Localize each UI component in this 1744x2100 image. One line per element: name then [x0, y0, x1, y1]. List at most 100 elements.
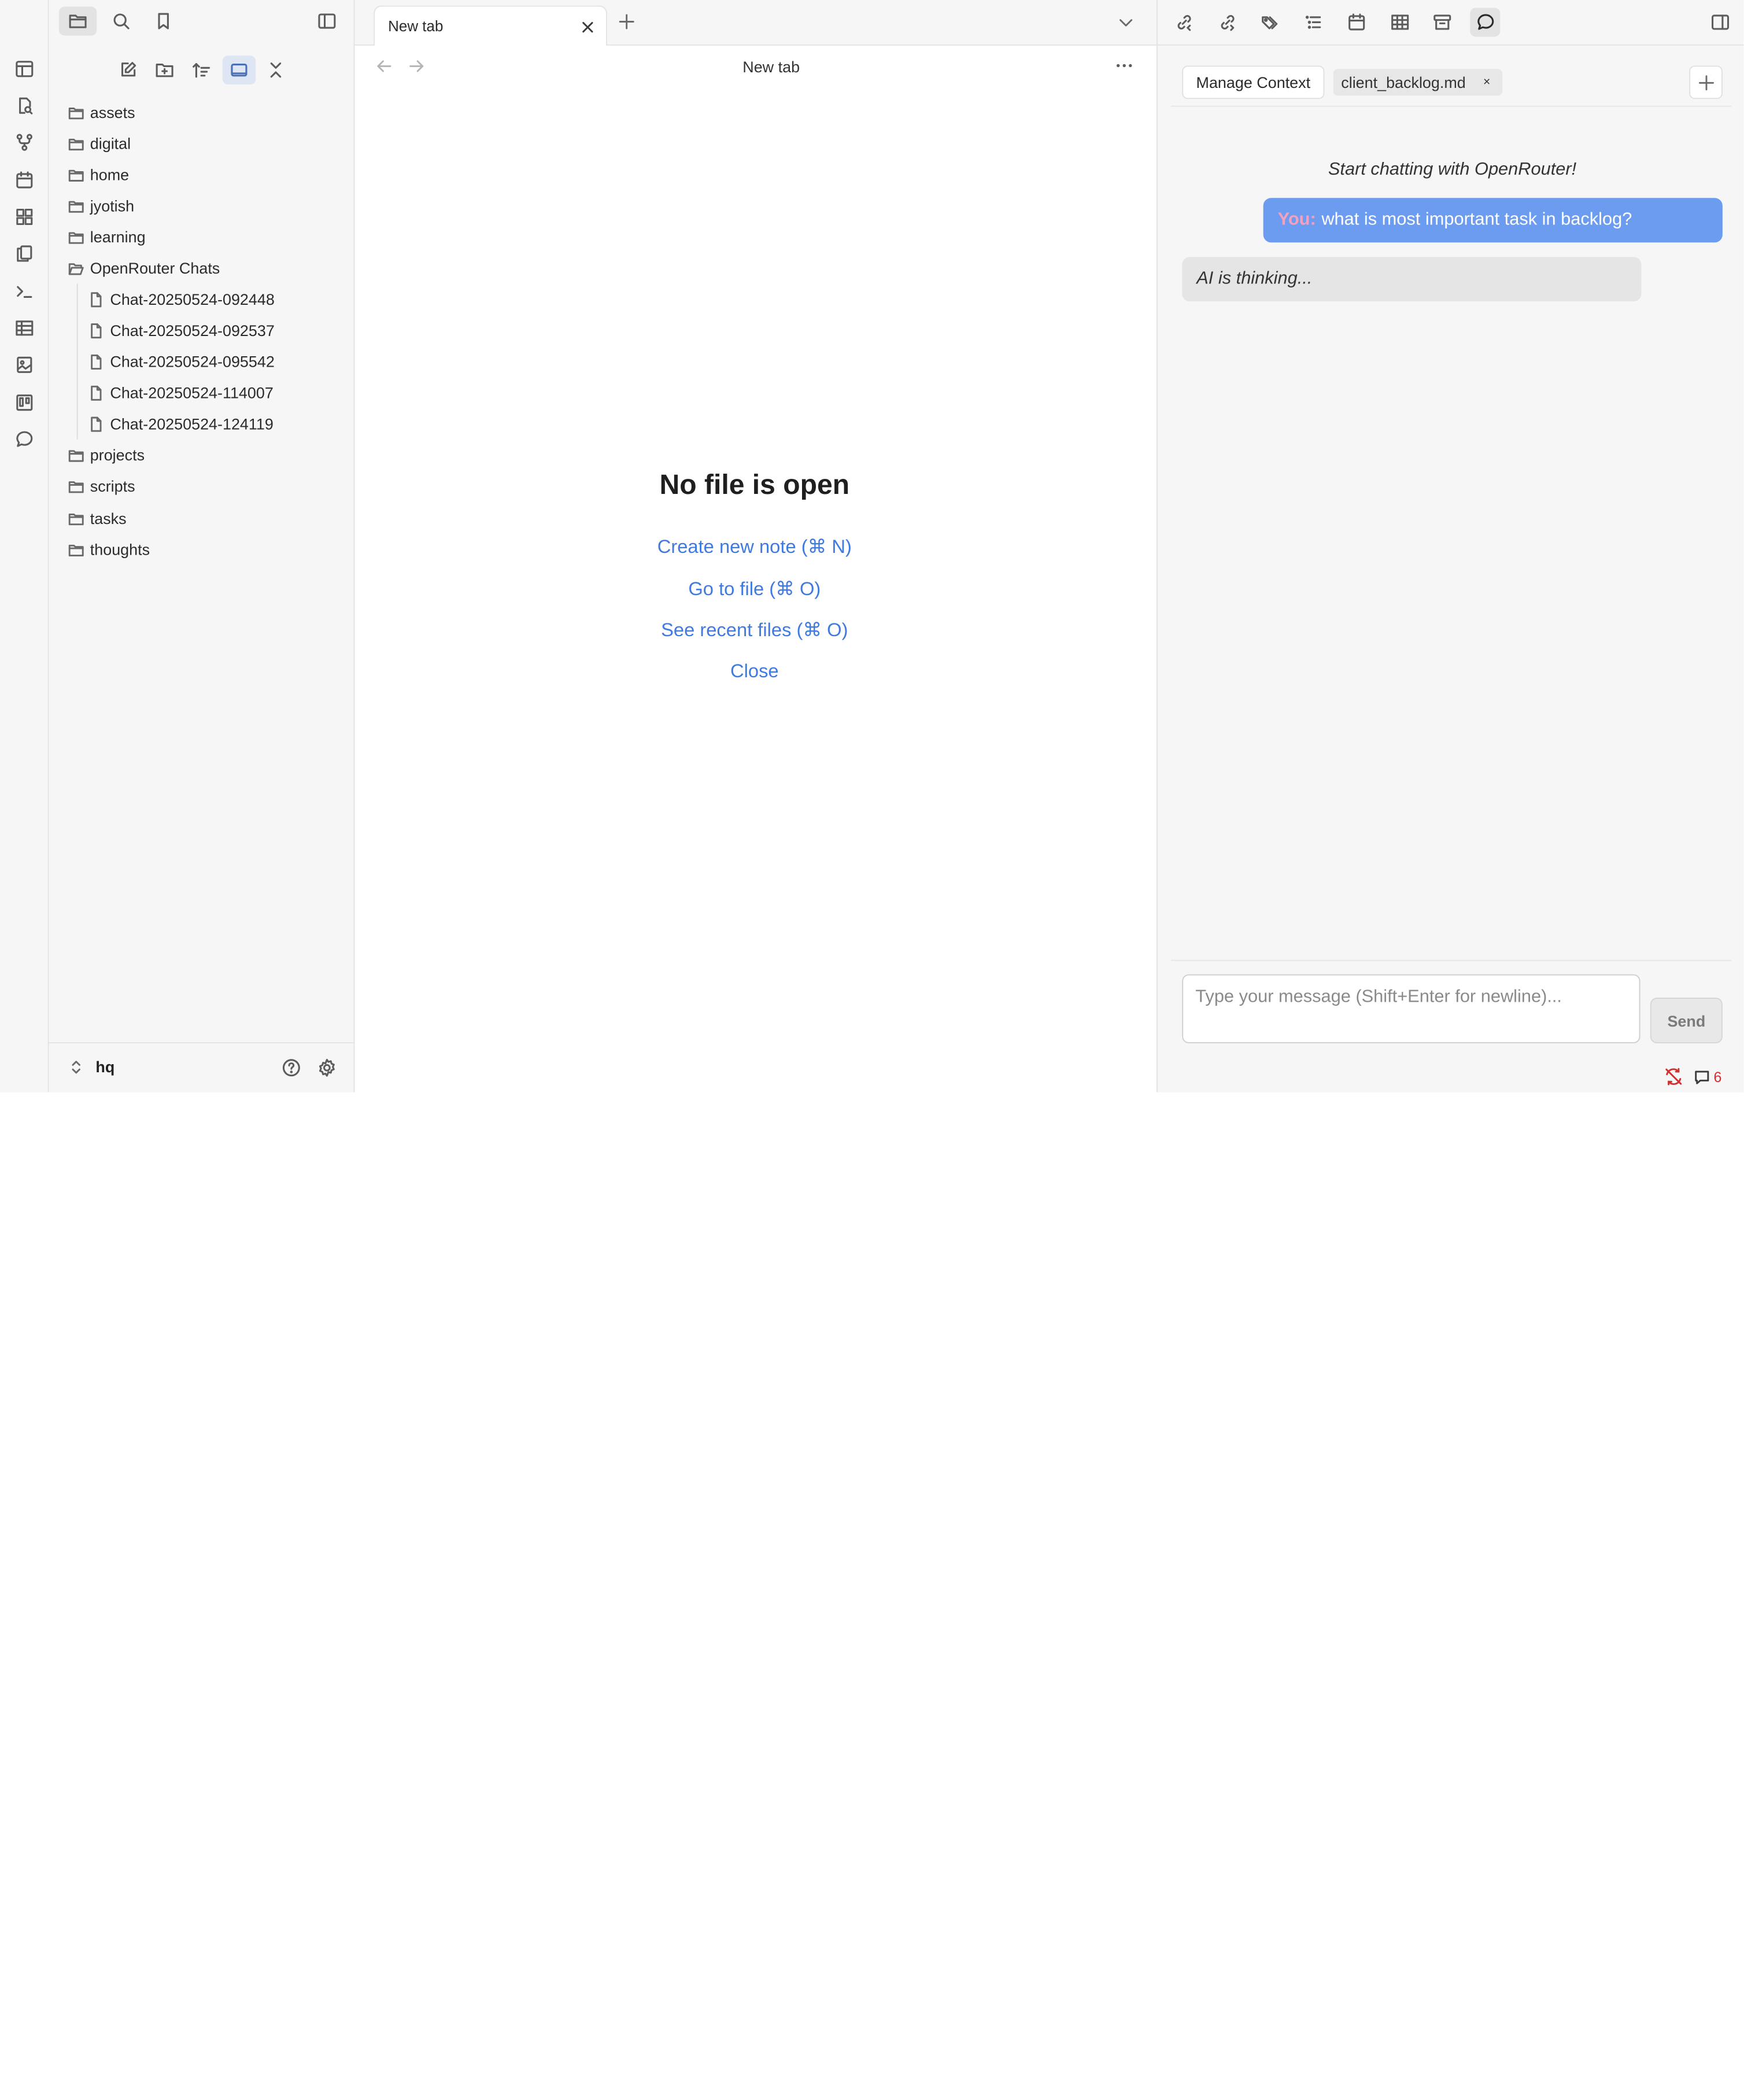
file-icon	[88, 353, 110, 370]
folder-label: projects	[90, 446, 145, 464]
sort-icon[interactable]	[184, 56, 218, 84]
go-to-file-link[interactable]: Go to file (⌘ O)	[354, 578, 1154, 600]
folder-icon	[68, 446, 90, 463]
folder-icon	[68, 167, 90, 183]
calendar-icon[interactable]	[12, 168, 36, 192]
vault-name[interactable]: hq	[95, 1058, 114, 1076]
file-icon	[88, 322, 110, 339]
more-options-icon[interactable]	[1114, 59, 1135, 72]
tab-new-tab[interactable]: New tab	[374, 5, 608, 47]
comment-count-badge: 6	[1713, 1068, 1722, 1085]
manage-context-button[interactable]: Manage Context	[1182, 65, 1325, 99]
folder-thoughts[interactable]: thoughts	[68, 535, 150, 564]
comment-icon	[1695, 1070, 1709, 1084]
folder-projects[interactable]: projects	[68, 441, 145, 470]
folder-icon	[68, 510, 90, 527]
right-sidebar-toggle-icon[interactable]	[1705, 8, 1735, 36]
folder-tasks[interactable]: tasks	[68, 504, 127, 533]
remove-context-icon[interactable]: ×	[1479, 75, 1495, 90]
image-file-icon[interactable]	[12, 353, 36, 377]
file-chat-114007[interactable]: Chat-20250524-114007	[88, 378, 274, 407]
view-header-title: New tab	[742, 58, 800, 76]
chat-bubble-icon[interactable]	[12, 427, 36, 451]
layout-dashboard-icon[interactable]	[12, 57, 36, 81]
folder-scripts[interactable]: scripts	[68, 471, 135, 500]
folder-jyotish[interactable]: jyotish	[68, 191, 134, 220]
folder-label: tasks	[90, 509, 127, 527]
folder-label: OpenRouter Chats	[90, 259, 220, 277]
file-chat-124119[interactable]: Chat-20250524-124119	[88, 409, 274, 438]
table-icon[interactable]	[12, 316, 36, 340]
folder-label: thoughts	[90, 540, 150, 559]
layout-grid-icon[interactable]	[12, 205, 36, 229]
chat-bubble-icon[interactable]	[1470, 8, 1501, 37]
chat-start-hint: Start chatting with OpenRouter!	[1328, 160, 1577, 179]
openrouter-chat-panel: Manage Context client_backlog.md × Start…	[1156, 45, 1744, 1093]
sidebar-toggle-icon[interactable]	[308, 7, 346, 36]
tags-icon[interactable]	[1254, 8, 1284, 36]
close-link[interactable]: Close	[354, 660, 1154, 682]
folder-assets[interactable]: assets	[68, 98, 135, 127]
context-file-name: client_backlog.md	[1341, 73, 1466, 91]
auto-reveal-icon[interactable]	[222, 56, 256, 85]
folder-label: scripts	[90, 477, 135, 495]
send-button[interactable]: Send	[1650, 998, 1723, 1043]
tab-bar: New tab	[354, 0, 1157, 47]
kanban-icon[interactable]	[12, 390, 36, 415]
vault-switch-icon[interactable]	[68, 1059, 84, 1076]
file-label: Chat-20250524-114007	[110, 383, 274, 402]
chat-message-input[interactable]	[1182, 974, 1640, 1043]
copy-files-icon[interactable]	[12, 241, 36, 265]
tree-indent-guide	[76, 283, 78, 440]
outgoing-links-icon[interactable]	[1212, 8, 1242, 36]
plus-icon	[1698, 75, 1714, 90]
status-bar: 6	[1664, 1061, 1744, 1093]
editor-pane: New tab No file is open Create new note …	[354, 45, 1157, 1093]
folder-learning[interactable]: learning	[68, 223, 146, 252]
folder-open-icon	[68, 260, 90, 276]
ai-message: AI is thinking...	[1182, 257, 1642, 302]
folder-openrouter-chats[interactable]: OpenRouter Chats	[68, 253, 220, 282]
help-icon[interactable]	[282, 1058, 302, 1078]
folder-icon	[68, 478, 90, 494]
message-text: what is most important task in backlog?	[1321, 210, 1632, 230]
outline-icon[interactable]	[1298, 8, 1328, 36]
file-chat-092448[interactable]: Chat-20250524-092448	[88, 285, 275, 313]
left-ribbon	[0, 0, 49, 1093]
new-tab-plus-icon[interactable]	[618, 13, 635, 30]
backlinks-icon[interactable]	[1169, 8, 1199, 36]
collapse-all-icon[interactable]	[259, 56, 293, 84]
file-search-icon[interactable]	[12, 94, 36, 118]
file-chat-092537[interactable]: Chat-20250524-092537	[88, 316, 275, 345]
sync-off-icon[interactable]	[1664, 1066, 1684, 1087]
close-icon[interactable]	[577, 17, 597, 37]
new-chat-button[interactable]	[1689, 65, 1723, 99]
right-sidebar-tabs	[1156, 0, 1744, 46]
file-chat-095542[interactable]: Chat-20250524-095542	[88, 347, 275, 376]
comments-count[interactable]: 6	[1694, 1068, 1722, 1085]
folder-digital[interactable]: digital	[68, 129, 131, 158]
table-icon[interactable]	[1384, 8, 1414, 36]
see-recent-files-link[interactable]: See recent files (⌘ O)	[354, 619, 1154, 641]
bookmark-icon[interactable]	[145, 7, 182, 36]
tab-list-chevron-down-icon[interactable]	[1118, 14, 1135, 31]
archive-icon[interactable]	[1427, 8, 1457, 36]
file-label: Chat-20250524-095542	[110, 352, 275, 371]
folder-icon	[68, 228, 90, 245]
folder-label: learning	[90, 228, 146, 246]
search-icon[interactable]	[102, 7, 140, 36]
folder-label: digital	[90, 134, 131, 153]
folder-icon	[68, 541, 90, 558]
settings-gear-icon[interactable]	[317, 1058, 337, 1078]
folder-icon[interactable]	[58, 6, 97, 36]
git-fork-icon[interactable]	[12, 130, 36, 154]
folder-icon	[68, 135, 90, 152]
calendar-icon[interactable]	[1341, 8, 1371, 36]
create-new-note-link[interactable]: Create new note (⌘ N)	[354, 536, 1154, 558]
new-folder-icon[interactable]	[148, 56, 182, 84]
file-icon	[88, 291, 110, 308]
folder-label: home	[90, 165, 130, 184]
folder-home[interactable]: home	[68, 160, 129, 189]
terminal-icon[interactable]	[12, 279, 36, 304]
new-note-icon[interactable]	[111, 56, 145, 84]
